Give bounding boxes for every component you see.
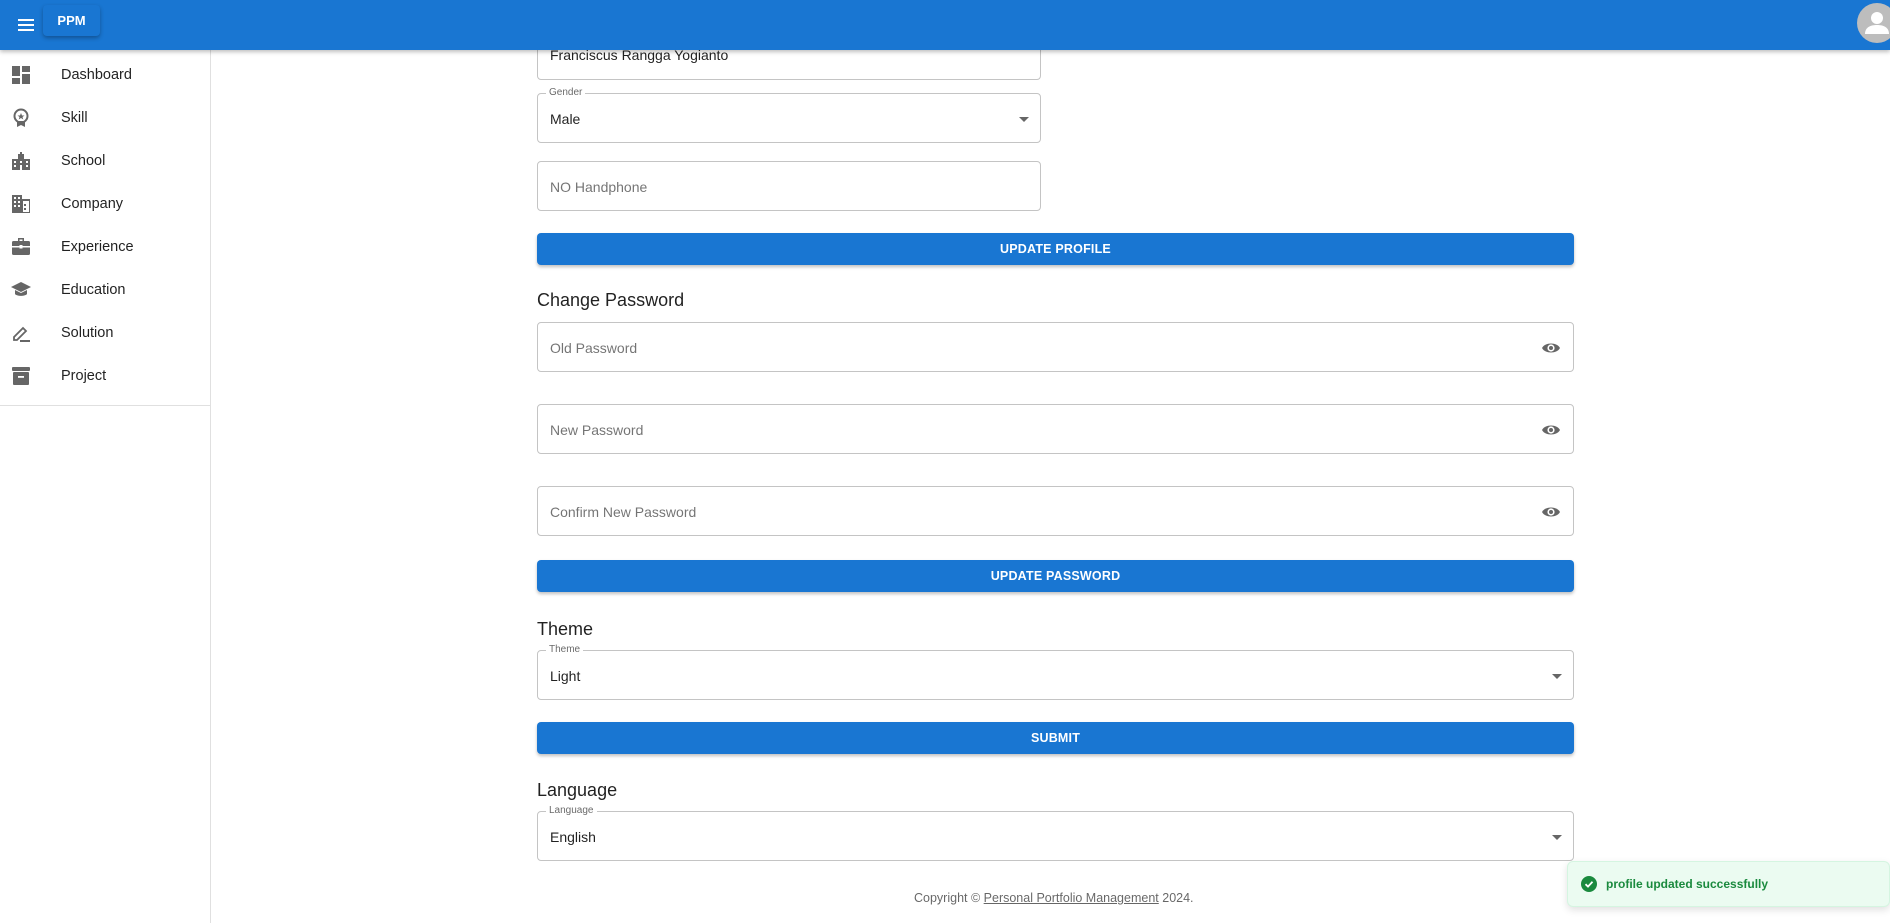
gender-label: Gender [546,87,586,99]
footer-link[interactable]: Personal Portfolio Management [984,891,1159,905]
old-password-placeholder: Old Password [550,340,638,356]
phone-placeholder: NO Handphone [550,179,648,195]
eye-icon[interactable] [1541,338,1561,358]
footer-year: 2024. [1158,891,1194,905]
confirm-password-field[interactable]: Confirm New Password [537,486,1574,536]
theme-label: Theme [546,644,584,656]
update-password-button[interactable]: UPDATE PASSWORD [537,560,1574,592]
theme-title: Theme [537,619,594,639]
app-bar: PPM [0,0,1890,50]
theme-select[interactable]: Theme Light [537,644,1574,700]
sidebar-item-skill[interactable]: Skill [0,96,210,139]
gender-select[interactable]: Gender Male [537,87,1041,143]
sidebar: Dashboard Skill School Company Experienc… [0,50,211,923]
sidebar-item-solution[interactable]: Solution [0,311,210,354]
phone-field[interactable]: NO Handphone [537,161,1041,211]
company-building-icon [11,194,31,214]
theme-value: Light [550,668,581,684]
award-icon [11,108,31,128]
gender-value: Male [550,111,581,127]
theme-submit-button[interactable]: SUBMIT [537,722,1574,754]
sidebar-item-experience[interactable]: Experience [0,225,210,268]
sidebar-item-label: Project [61,367,107,384]
sidebar-item-label: Solution [61,324,114,341]
update-profile-button[interactable]: UPDATE PROFILE [537,233,1574,265]
sidebar-item-label: Company [61,195,124,212]
menu-icon [18,19,34,21]
chevron-down-icon[interactable] [1552,674,1562,679]
confirm-password-placeholder: Confirm New Password [550,504,697,520]
old-password-field[interactable]: Old Password [537,322,1574,372]
toast-message: profile updated successfully [1606,877,1769,891]
chevron-down-icon[interactable] [1019,117,1029,122]
new-password-field[interactable]: New Password [537,404,1574,454]
avatar[interactable] [1857,3,1890,43]
account-circle-icon [1865,12,1889,34]
success-toast[interactable]: profile updated successfully [1567,861,1890,907]
menu-button[interactable] [12,11,40,39]
footer: Copyright © Personal Portfolio Managemen… [914,891,1194,905]
eye-icon[interactable] [1541,502,1561,522]
sidebar-item-education[interactable]: Education [0,268,210,311]
graduation-cap-icon [11,280,31,300]
chevron-down-icon[interactable] [1552,835,1562,840]
change-password-title: Change Password [537,290,685,310]
language-value: English [550,829,596,845]
school-building-icon [11,151,31,171]
eye-icon[interactable] [1541,420,1561,440]
sidebar-item-school[interactable]: School [0,139,210,182]
sidebar-item-label: Dashboard [61,66,132,83]
archive-icon [11,366,31,386]
language-title: Language [537,780,618,800]
language-label: Language [546,805,597,817]
sidebar-item-dashboard[interactable]: Dashboard [0,53,210,96]
sidebar-item-project[interactable]: Project [0,354,210,397]
pen-icon [11,323,31,343]
footer-copyright: Copyright © [914,891,984,905]
briefcase-icon [11,237,31,257]
check-circle-icon [1581,876,1597,892]
new-password-placeholder: New Password [550,422,644,438]
sidebar-item-label: Skill [61,109,88,126]
sidebar-item-label: Experience [61,238,134,255]
nav-list: Dashboard Skill School Company Experienc… [0,50,210,406]
sidebar-item-label: Education [61,281,126,298]
brand-button[interactable]: PPM [43,5,100,36]
dashboard-icon [11,65,31,85]
sidebar-item-company[interactable]: Company [0,182,210,225]
sidebar-item-label: School [61,152,106,169]
language-select[interactable]: Language English [537,805,1574,861]
